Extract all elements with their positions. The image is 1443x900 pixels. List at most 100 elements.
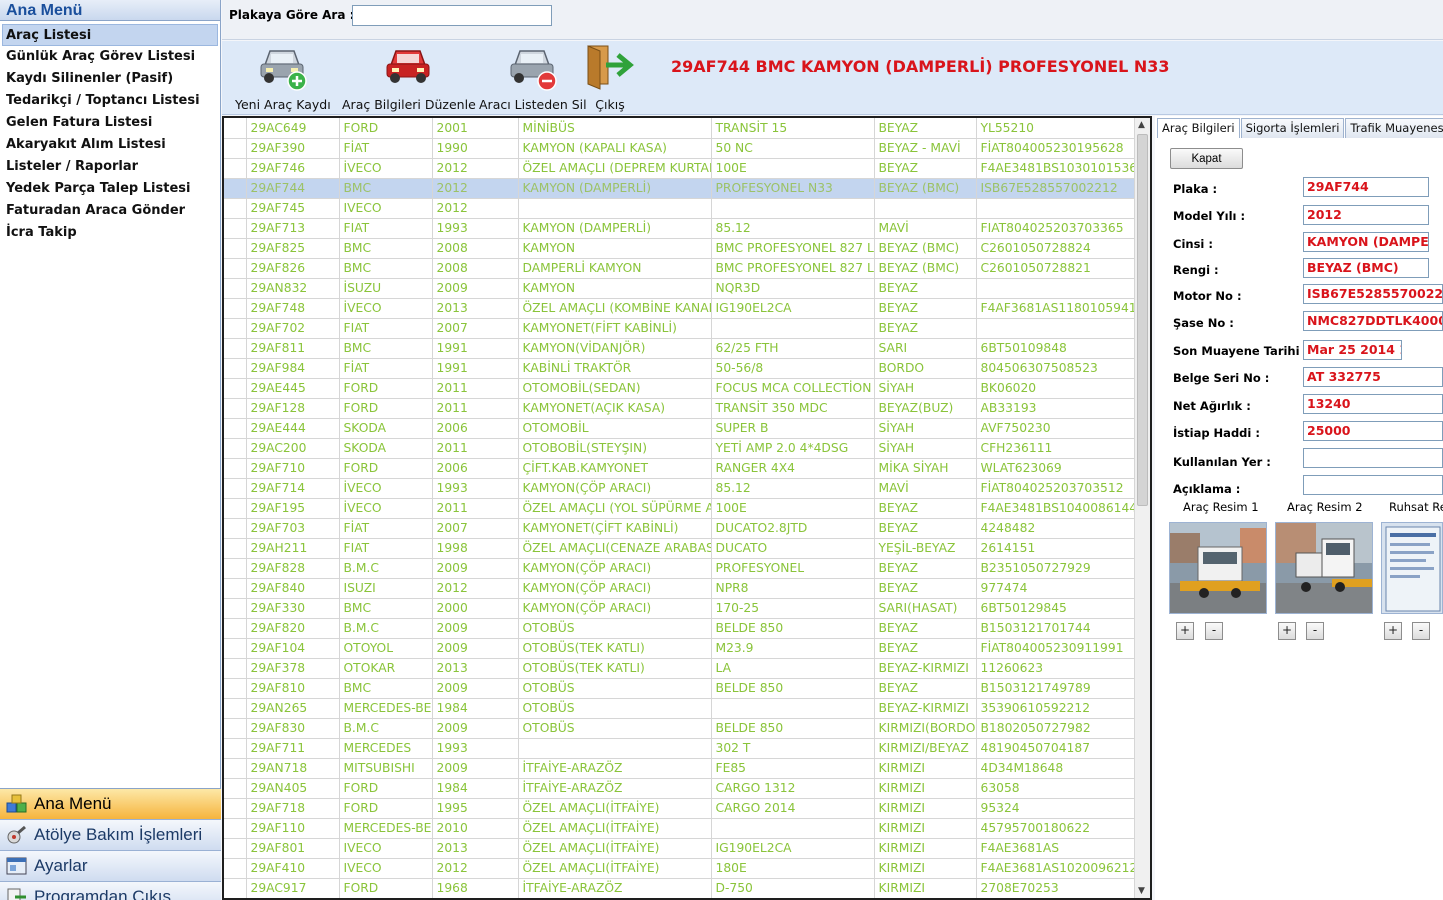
row-header[interactable] (224, 198, 247, 219)
row-header[interactable] (224, 638, 247, 659)
row-header[interactable] (224, 298, 247, 319)
table-row[interactable]: 29AN832 İSUZU 2009 KAMYON NQR3D BEYAZ (224, 278, 1137, 299)
table-row[interactable]: 29AF746 İVECO 2012 ÖZEL AMAÇLI (DEPREM KURT… (224, 158, 1137, 179)
row-header[interactable] (224, 258, 247, 279)
tab-arac-bilgileri[interactable]: Araç Bilgileri (1157, 118, 1240, 138)
row-header[interactable] (224, 458, 247, 479)
table-row[interactable]: 29AF703 FİAT 2007 KAMYONET(ÇİFT KABİNLİ) DUC… (224, 518, 1137, 539)
scroll-down-icon[interactable]: ▼ (1138, 886, 1145, 896)
row-header[interactable] (224, 598, 247, 619)
new-vehicle-button[interactable]: Yeni Araç Kaydı (235, 43, 331, 112)
scroll-thumb[interactable] (1137, 134, 1148, 506)
document-serial-field[interactable]: AT 332775 (1303, 367, 1443, 387)
table-row[interactable]: 29AF378 OTOKAR 2013 OTOBÜS(TEK KATLI) LA BEYA… (224, 658, 1137, 679)
row-header[interactable] (224, 418, 247, 439)
table-row[interactable]: 29AF711 MERCEDES 1993 302 T KIRMIZI/BEYAZ 481… (224, 738, 1137, 759)
table-row[interactable]: 29AF745 IVECO 2012 (224, 198, 1137, 219)
table-row[interactable]: 29AF748 İVECO 2013 ÖZEL AMAÇLI (KOMBİNE KAN… (224, 298, 1137, 319)
usage-place-field[interactable] (1303, 448, 1443, 468)
row-header[interactable] (224, 678, 247, 699)
table-row[interactable]: 29AF710 FORD 2006 ÇİFT.KAB.KAMYONET RANGER 4… (224, 458, 1137, 479)
table-row[interactable]: 29AH211 FIAT 1998 ÖZEL AMAÇLI(CENAZE ARABAS… (224, 538, 1137, 559)
row-header[interactable] (224, 518, 247, 539)
edit-vehicle-button[interactable]: Araç Bilgileri Düzenle (342, 43, 476, 112)
row-header[interactable] (224, 878, 247, 898)
table-row[interactable]: 29AE445 FORD 2011 OTOMOBİL(SEDAN) FOCUS MCA … (224, 378, 1137, 399)
image1-remove-button[interactable]: - (1205, 622, 1223, 640)
row-header[interactable] (224, 278, 247, 299)
motor-no-field[interactable]: ISB67E528557002212 (1303, 284, 1443, 304)
sidebar-item-yedek-parca[interactable]: Yedek Parça Talep Listesi (0, 178, 220, 200)
row-header[interactable] (224, 838, 247, 859)
plate-search-input[interactable] (352, 5, 552, 26)
sidebar-item-arac-listesi[interactable]: Araç Listesi (2, 24, 218, 46)
table-row[interactable]: 29AF810 BMC 2009 OTOBÜS BELDE 850 BEYAZ B15031… (224, 678, 1137, 699)
nav-programdan-cikis-button[interactable]: Programdan Çıkış (0, 882, 221, 900)
tab-trafik-muayenesi[interactable]: Trafik Muayenesi (1345, 118, 1443, 138)
last-inspection-field[interactable]: Mar 25 2014 1 (1303, 340, 1402, 360)
table-row[interactable]: 29AF830 B.M.C 2009 OTOBÜS BELDE 850 KIRMIZI(B… (224, 718, 1137, 739)
table-row[interactable]: 29AC917 FORD 1968 İTFAİYE-ARAZÖZ D-750 KIRMIZ… (224, 878, 1137, 898)
exit-button[interactable]: Çıkış (584, 43, 636, 112)
plate-field[interactable]: 29AF744 (1303, 177, 1429, 197)
nav-atolye-bakim-button[interactable]: Atölye Bakım İşlemleri (0, 820, 221, 851)
sidebar-item-gelen-fatura[interactable]: Gelen Fatura Listesi (0, 112, 220, 134)
row-header[interactable] (224, 438, 247, 459)
tab-sigorta-islemleri[interactable]: Sigorta İşlemleri (1240, 118, 1345, 138)
table-row[interactable]: 29AN405 FORD 1984 İTFAİYE-ARAZÖZ CARGO 1312 K… (224, 778, 1137, 799)
sidebar-item-listeler-raporlar[interactable]: Listeler / Raporlar (0, 156, 220, 178)
nav-ayarlar-button[interactable]: Ayarlar (0, 851, 221, 882)
row-header[interactable] (224, 698, 247, 719)
color-field[interactable]: BEYAZ (BMC) (1303, 258, 1429, 278)
license-photo[interactable] (1381, 522, 1443, 614)
model-year-field[interactable]: 2012 (1303, 205, 1429, 225)
table-row[interactable]: 29AE444 SKODA 2006 OTOMOBİL SUPER B SİYAH AVF7… (224, 418, 1137, 439)
image2-add-button[interactable]: + (1278, 622, 1296, 640)
row-header[interactable] (224, 138, 247, 159)
table-row[interactable]: 29AF718 FORD 1995 ÖZEL AMAÇLI(İTFAİYE) CARGO… (224, 798, 1137, 819)
remove-vehicle-button[interactable]: Aracı Listeden Sil (479, 43, 587, 112)
table-row[interactable]: 29AC649 FORD 2001 MİNİBÜS TRANSİT 15 BEYAZ YL5… (224, 118, 1137, 139)
table-row[interactable]: 29AF826 BMC 2008 DAMPERLİ KAMYON BMC PROFESY… (224, 258, 1137, 279)
row-header[interactable] (224, 118, 247, 139)
row-header[interactable] (224, 478, 247, 499)
row-header[interactable] (224, 618, 247, 639)
table-row[interactable]: 29AF820 B.M.C 2009 OTOBÜS BELDE 850 BEYAZ B150… (224, 618, 1137, 639)
table-row[interactable]: 29AF104 OTOYOL 2009 OTOBÜS(TEK KATLI) M23.9 B… (224, 638, 1137, 659)
sidebar-item-kaydi-silinenler[interactable]: Kaydı Silinenler (Pasif) (0, 68, 220, 90)
table-row[interactable]: 29AF410 IVECO 2012 ÖZEL AMAÇLI(İTFAİYE) 180E… (224, 858, 1137, 879)
table-row[interactable]: 29AF801 IVECO 2013 ÖZEL AMAÇLI(İTFAİYE) IG19… (224, 838, 1137, 859)
row-header[interactable] (224, 378, 247, 399)
row-header[interactable] (224, 338, 247, 359)
table-row[interactable]: 29AF984 FİAT 1991 KABİNLİ TRAKTÖR 50-56/8 BOR… (224, 358, 1137, 379)
row-header[interactable] (224, 858, 247, 879)
row-header[interactable] (224, 178, 247, 199)
row-header[interactable] (224, 718, 247, 739)
row-header[interactable] (224, 238, 247, 259)
table-row[interactable]: 29AF811 BMC 1991 KAMYON(VİDANJÖR) 62/25 FTH S… (224, 338, 1137, 359)
row-header[interactable] (224, 358, 247, 379)
row-header[interactable] (224, 658, 247, 679)
row-header[interactable] (224, 498, 247, 519)
table-row[interactable]: 29AF110MERCEDES-BENZ2010ÖZEL AMAÇLI(İTFA… (224, 818, 1137, 839)
chassis-no-field[interactable]: NMC827DDTLK400024 (1303, 311, 1443, 331)
row-header[interactable] (224, 758, 247, 779)
row-header[interactable] (224, 738, 247, 759)
row-header[interactable] (224, 218, 247, 239)
table-row[interactable]: 29AN718 MITSUBISHI 2009 İTFAİYE-ARAZÖZ FE85 K… (224, 758, 1137, 779)
row-header[interactable] (224, 158, 247, 179)
table-row[interactable]: 29AF825 BMC 2008 KAMYON BMC PROFESYONEL 827 … (224, 238, 1137, 259)
close-button[interactable]: Kapat (1170, 148, 1243, 169)
table-row[interactable]: 29AF330 BMC 2000 KAMYON(ÇÖP ARACI) 170-25 SAR… (224, 598, 1137, 619)
row-header[interactable] (224, 578, 247, 599)
row-header[interactable] (224, 798, 247, 819)
row-header[interactable] (224, 538, 247, 559)
sidebar-item-gunluk-gorev[interactable]: Günlük Araç Görev Listesi (0, 46, 220, 68)
table-row[interactable]: 29AF702 FIAT 2007 KAMYONET(FİFT KABİNLİ) BEY… (224, 318, 1137, 339)
image2-remove-button[interactable]: - (1306, 622, 1324, 640)
table-row[interactable]: 29AN265MERCEDES-BENZ1984OTOBÜS BEYAZ-KIRM… (224, 698, 1137, 719)
row-header[interactable] (224, 398, 247, 419)
table-row[interactable]: 29AF828 B.M.C 2009 KAMYON(ÇÖP ARACI) PROFESY… (224, 558, 1137, 579)
sidebar-item-faturadan-araca[interactable]: Faturadan Araca Gönder (0, 200, 220, 222)
vehicle-photo-1[interactable] (1169, 522, 1267, 614)
